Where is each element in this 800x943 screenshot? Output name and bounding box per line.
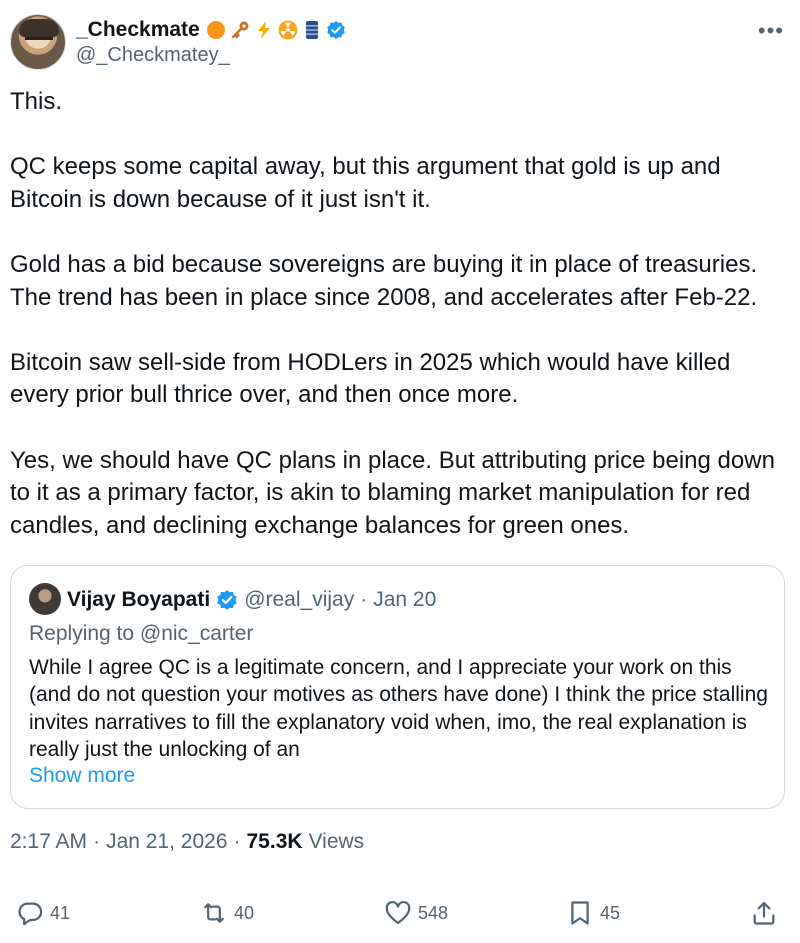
tweet-text: This. QC keeps some capital away, but th… bbox=[10, 88, 775, 539]
barrel-icon bbox=[305, 21, 318, 39]
author-name-row: _Checkmate bbox=[76, 16, 346, 44]
tweet-date[interactable]: Jan 21, 2026 bbox=[106, 830, 227, 854]
author-handle[interactable]: @_Checkmatey_ bbox=[76, 44, 230, 67]
share-button[interactable] bbox=[750, 893, 778, 933]
reply-count: 41 bbox=[50, 902, 71, 923]
quoted-author-name[interactable]: Vijay Boyapati bbox=[67, 588, 210, 612]
like-button[interactable]: 548 bbox=[384, 893, 448, 933]
replying-to: Replying to @nic_carter bbox=[29, 622, 254, 645]
heart-icon bbox=[385, 900, 411, 925]
tweet-header: _Checkmate @_Checkmatey_ ••• bbox=[10, 12, 790, 72]
tweet-meta: 2:17 AM · Jan 21, 2026 · 75.3K Views bbox=[10, 830, 364, 854]
repost-icon bbox=[204, 903, 224, 923]
radioactive-icon bbox=[278, 20, 298, 40]
quoted-tweet-date[interactable]: Jan 20 bbox=[373, 588, 436, 612]
show-more-link[interactable]: Show more bbox=[29, 764, 135, 788]
verified-badge-icon bbox=[217, 590, 237, 610]
separator: · bbox=[233, 830, 241, 853]
tweet-time[interactable]: 2:17 AM bbox=[10, 830, 87, 854]
bookmark-icon bbox=[571, 901, 589, 925]
quoted-tweet[interactable]: Vijay Boyapati @real_vijay · Jan 20 Repl… bbox=[10, 565, 785, 809]
views-count: 75.3K bbox=[246, 830, 303, 853]
repost-count: 40 bbox=[234, 902, 255, 923]
action-bar: 41 40 548 45 bbox=[0, 893, 800, 933]
views-label: Views bbox=[308, 830, 365, 853]
bookmark-count: 45 bbox=[600, 902, 621, 923]
quoted-author-avatar[interactable] bbox=[29, 583, 61, 615]
reply-icon bbox=[18, 902, 43, 926]
separator: · bbox=[360, 588, 368, 611]
author-display-name[interactable]: _Checkmate bbox=[76, 18, 200, 42]
quoted-tweet-text: While I agree QC is a legitimate concern… bbox=[29, 656, 768, 762]
verified-badge-icon bbox=[326, 20, 345, 40]
author-avatar[interactable] bbox=[10, 14, 66, 70]
bookmark-button[interactable]: 45 bbox=[566, 893, 620, 933]
quoted-tweet-header: Vijay Boyapati @real_vijay · Jan 20 bbox=[67, 586, 436, 614]
separator: · bbox=[93, 830, 101, 853]
share-icon bbox=[753, 901, 775, 925]
repost-button[interactable]: 40 bbox=[200, 893, 254, 933]
like-count: 548 bbox=[418, 902, 449, 923]
more-options-icon[interactable]: ••• bbox=[758, 18, 784, 44]
quoted-author-handle[interactable]: @real_vijay bbox=[244, 588, 354, 612]
lightning-icon bbox=[257, 21, 270, 39]
key-icon bbox=[231, 21, 249, 39]
reply-button[interactable]: 41 bbox=[16, 893, 70, 933]
orange-circle-icon bbox=[206, 21, 225, 39]
